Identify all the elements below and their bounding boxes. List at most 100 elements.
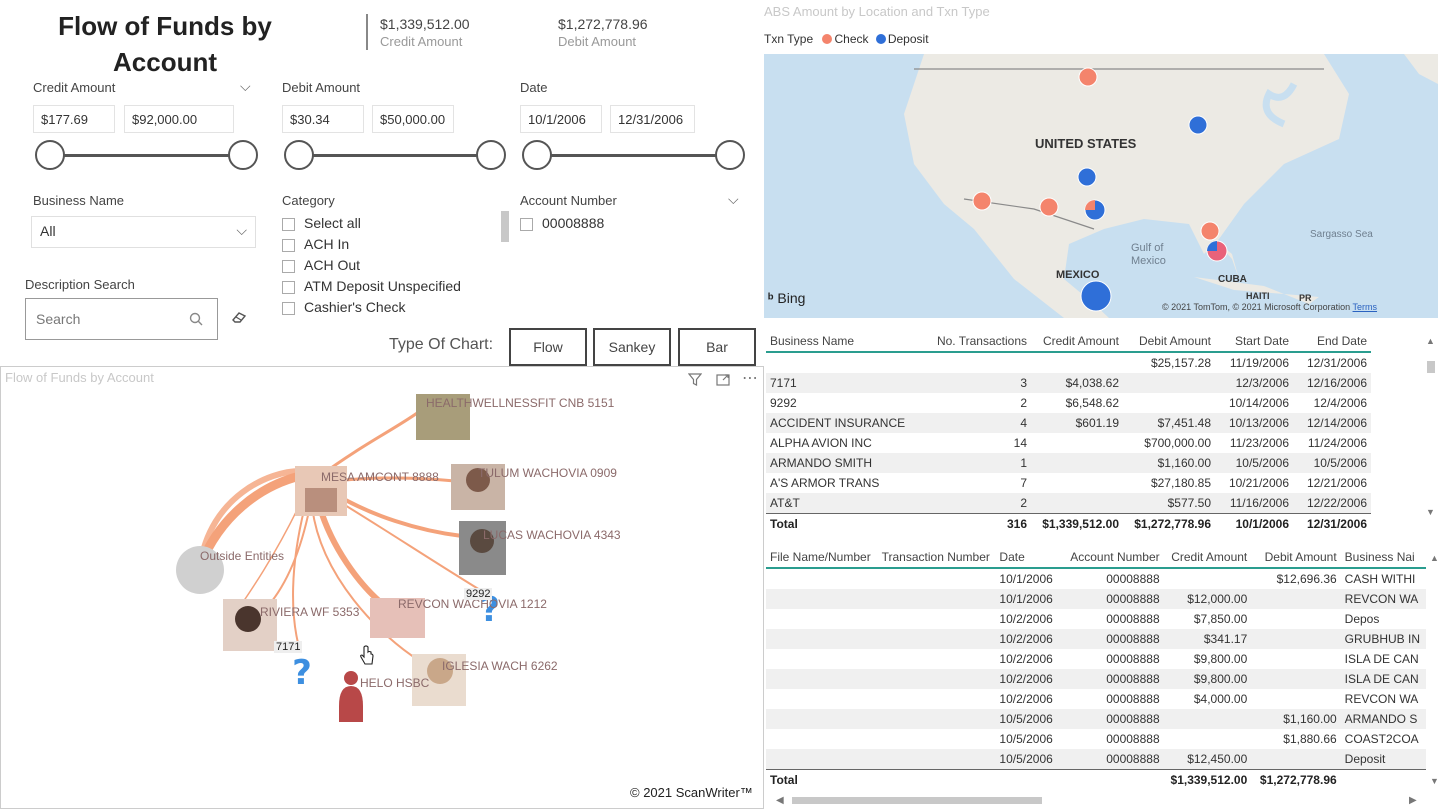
map-marker-mixed[interactable]: [1206, 240, 1228, 262]
table-row[interactable]: A'S ARMOR TRANS 7 $27,180.85 10/21/2006 12/2…: [766, 473, 1371, 493]
category-item[interactable]: ACH Out: [282, 255, 502, 276]
column-header[interactable]: Start Date: [1215, 330, 1293, 352]
table-row[interactable]: $25,157.28 11/19/2006 12/31/2006: [766, 352, 1371, 373]
map-marker-check[interactable]: [972, 191, 992, 211]
date-slider-min-handle[interactable]: [522, 140, 552, 170]
checkbox[interactable]: [282, 259, 295, 273]
table-row[interactable]: 10/2/2006 00008888 $9,800.00 ISLA DE CAN: [766, 649, 1426, 669]
column-header[interactable]: Credit Amount: [1031, 330, 1123, 352]
table-row[interactable]: ARMANDO SMITH 1 $1,160.00 10/5/2006 10/5/200…: [766, 453, 1371, 473]
debit-max-input[interactable]: $50,000.00: [372, 105, 454, 133]
table-row[interactable]: 10/5/2006 00008888 $12,450.00 Deposit: [766, 749, 1426, 770]
map-marker-deposit[interactable]: [1080, 280, 1112, 312]
table-cell: 2: [1020, 396, 1027, 410]
table-row[interactable]: 10/2/2006 00008888 $4,000.00 REVCON WA: [766, 689, 1426, 709]
date-min-input[interactable]: 10/1/2006: [520, 105, 602, 133]
table-cell: $12,000.00: [1163, 589, 1252, 609]
detail-table-body: 10/1/2006 00008888 $12,696.36 CASH WITHI 10/…: [766, 568, 1426, 790]
column-header[interactable]: No. Transactions: [916, 330, 1031, 352]
search-input[interactable]: Search: [25, 298, 218, 340]
table-cell: [916, 352, 1031, 373]
credit-slider-min-handle[interactable]: [35, 140, 65, 170]
table-cell: [1031, 453, 1123, 473]
summary-scrollbar[interactable]: [1427, 361, 1435, 373]
category-item[interactable]: ATM Deposit Unspecified: [282, 276, 502, 297]
debit-min-input[interactable]: $30.34: [282, 105, 364, 133]
account-item[interactable]: 00008888: [520, 213, 604, 234]
table-row[interactable]: 7171 3 $4,038.62 12/3/2006 12/16/2006: [766, 373, 1371, 393]
scroll-left-icon[interactable]: ◀: [776, 795, 784, 806]
scroll-right-icon[interactable]: ▶: [1409, 795, 1417, 806]
date-slider-max-handle[interactable]: [715, 140, 745, 170]
column-header[interactable]: Debit Amount: [1123, 330, 1215, 352]
category-item[interactable]: Cashier's Check: [282, 297, 502, 315]
scroll-up-icon[interactable]: ▲: [1430, 553, 1439, 563]
map[interactable]: [764, 54, 1438, 318]
table-row[interactable]: 10/5/2006 00008888 $1,160.00 ARMANDO S: [766, 709, 1426, 729]
column-header[interactable]: Date: [995, 546, 1066, 568]
debit-slider-min-handle[interactable]: [284, 140, 314, 170]
debit-slider-track[interactable]: [299, 154, 491, 157]
table-row[interactable]: 10/5/2006 00008888 $1,880.66 COAST2COA: [766, 729, 1426, 749]
credit-max-input[interactable]: $92,000.00: [124, 105, 234, 133]
date-slider-track[interactable]: [537, 154, 730, 157]
map-marker-check[interactable]: [1078, 67, 1098, 87]
column-header[interactable]: Credit Amount: [1164, 546, 1252, 568]
terms-link[interactable]: Terms: [1353, 302, 1378, 312]
table-row[interactable]: AT&T 2 $577.50 11/16/2006 12/22/2006: [766, 493, 1371, 514]
bar-button[interactable]: Bar: [678, 328, 756, 366]
kpi-debit: $1,272,778.96 Debit Amount: [558, 16, 648, 49]
table-row[interactable]: 10/2/2006 00008888 $341.17 GRUBHUB IN: [766, 629, 1426, 649]
flow-node-label: LUCAS WACHOVIA 4343: [483, 528, 621, 542]
table-cell: ARMANDO SMITH: [766, 453, 916, 473]
table-row[interactable]: 10/2/2006 00008888 $7,850.00 Depos: [766, 609, 1426, 629]
column-header[interactable]: Business Name: [766, 330, 916, 352]
flow-node-label: HEALTHWELLNESSFIT CNB 5151: [426, 396, 615, 410]
column-header[interactable]: File Name/Number: [766, 546, 878, 568]
debit-slider-max-handle[interactable]: [476, 140, 506, 170]
flow-button[interactable]: Flow: [509, 328, 587, 366]
column-header[interactable]: Debit Amount: [1251, 546, 1340, 568]
scroll-up-icon[interactable]: ▲: [1426, 336, 1435, 346]
table-row[interactable]: 10/1/2006 00008888 $12,000.00 REVCON WA: [766, 589, 1426, 609]
checkbox[interactable]: [282, 217, 295, 231]
question-icon[interactable]: ?: [292, 653, 312, 693]
credit-slider-track[interactable]: [50, 154, 243, 157]
scroll-down-icon[interactable]: ▼: [1430, 776, 1439, 786]
checkbox[interactable]: [520, 217, 533, 231]
map-label-sargasso: Sargasso Sea: [1310, 229, 1373, 240]
sankey-button[interactable]: Sankey: [593, 328, 671, 366]
column-header[interactable]: Account Number: [1066, 546, 1163, 568]
table-cell: [1251, 629, 1341, 649]
table-cell: $700,000.00: [1144, 436, 1211, 450]
column-header[interactable]: Business Nai: [1341, 546, 1426, 568]
checkbox[interactable]: [282, 238, 295, 252]
chevron-down-icon[interactable]: ⌵: [240, 78, 251, 95]
credit-min-input[interactable]: $177.69: [33, 105, 115, 133]
table-row[interactable]: ACCIDENT INSURANCE 4 $601.19 $7,451.48 10/13…: [766, 413, 1371, 433]
table-row[interactable]: ALPHA AVION INC 14 $700,000.00 11/23/2006 11…: [766, 433, 1371, 453]
checkbox[interactable]: [282, 280, 295, 294]
scroll-down-icon[interactable]: ▼: [1426, 507, 1435, 517]
table-row[interactable]: 10/1/2006 00008888 $12,696.36 CASH WITHI: [766, 568, 1426, 589]
column-header[interactable]: End Date: [1293, 330, 1371, 352]
business-dropdown[interactable]: All ⌵: [31, 216, 256, 248]
column-header[interactable]: Transaction Number: [878, 546, 996, 568]
credit-slider-max-handle[interactable]: [228, 140, 258, 170]
category-item[interactable]: ACH In: [282, 234, 502, 255]
chevron-down-icon[interactable]: ⌵: [728, 191, 739, 208]
map-marker-mixed[interactable]: [1084, 199, 1106, 221]
category-item[interactable]: Select all: [282, 213, 502, 234]
eraser-icon[interactable]: [231, 311, 247, 323]
map-marker-deposit[interactable]: [1188, 115, 1208, 135]
date-max-input[interactable]: 12/31/2006: [610, 105, 695, 133]
table-row[interactable]: 9292 2 $6,548.62 10/14/2006 12/4/2006: [766, 393, 1371, 413]
table-row[interactable]: 10/2/2006 00008888 $9,800.00 ISLA DE CAN: [766, 669, 1426, 689]
detail-horizontal-scrollbar[interactable]: [792, 797, 1042, 804]
map-marker-check[interactable]: [1039, 197, 1059, 217]
map-marker-deposit[interactable]: [1077, 167, 1097, 187]
map-marker-check[interactable]: [1200, 221, 1220, 241]
checkbox[interactable]: [282, 301, 295, 315]
table-cell: 00008888: [1106, 692, 1160, 706]
category-scrollbar[interactable]: [501, 211, 509, 242]
